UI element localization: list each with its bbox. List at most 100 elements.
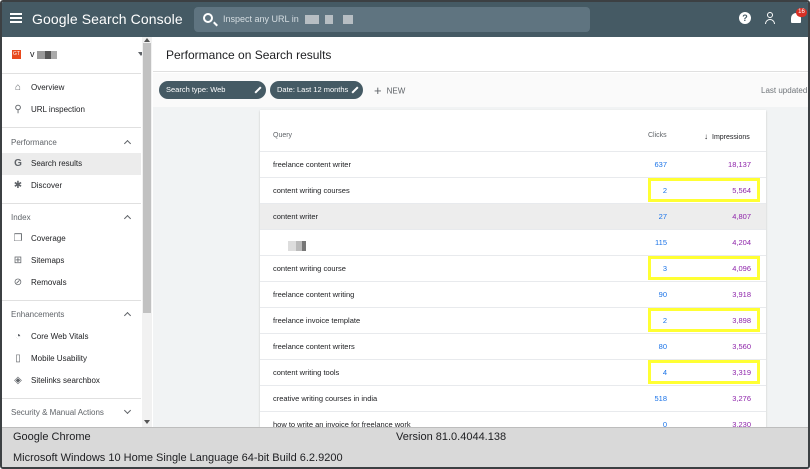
google-g-icon: G: [14, 158, 22, 169]
redacted-block: [324, 15, 333, 25]
layers-icon: ◈: [14, 375, 22, 386]
impressions-cell: 3,918: [732, 290, 751, 299]
edit-icon: [351, 86, 359, 94]
file-copy-icon: ❐: [13, 233, 23, 244]
highlight-box: [648, 308, 760, 332]
clicks-cell: 0: [662, 420, 667, 427]
redacted-query: [288, 238, 312, 251]
scrollbar-thumb[interactable]: [143, 43, 151, 313]
notification-badge: 16: [796, 8, 807, 17]
queries-table: Query Clicks ↓ Impressions freelance cont…: [260, 110, 766, 427]
system-info-bar: Google Chrome Version 81.0.4044.138 Micr…: [2, 427, 808, 467]
section-index[interactable]: Index: [11, 213, 31, 222]
sidebar-item-search-results[interactable]: G Search results: [2, 153, 141, 175]
scroll-up-icon[interactable]: [144, 38, 150, 42]
chevron-down-icon[interactable]: [123, 406, 132, 415]
sitemap-icon: ⊞: [13, 255, 23, 266]
divider: [2, 300, 141, 301]
sidebar-item-overview[interactable]: ⌂ Overview: [2, 77, 141, 99]
menu-icon[interactable]: [10, 13, 22, 23]
chevron-up-icon[interactable]: [123, 311, 132, 320]
property-selector[interactable]: GT v: [12, 49, 144, 63]
impressions-cell: 18,137: [728, 160, 751, 169]
chevron-up-icon[interactable]: [123, 214, 132, 223]
sidebar-item-label: Discover: [31, 181, 63, 190]
date-range-chip[interactable]: Date: Last 12 months: [270, 81, 363, 99]
table-row[interactable]: how to write an invoice for freelance wo…: [260, 411, 766, 427]
property-favicon: GT: [12, 50, 21, 59]
sidebar: GT v ⌂ Overview ⚲ URL inspection Perform…: [2, 37, 152, 427]
edit-icon: [254, 86, 262, 94]
query-cell: freelance invoice template: [273, 316, 361, 325]
clicks-cell: 90: [658, 290, 667, 299]
app-title[interactable]: Google Search Console: [32, 11, 183, 27]
search-type-chip[interactable]: Search type: Web: [159, 81, 266, 99]
plus-icon: +: [374, 83, 382, 98]
page-title: Performance on Search results: [166, 48, 332, 62]
property-name: v: [30, 49, 58, 59]
chevron-up-icon[interactable]: [123, 139, 132, 148]
sidebar-item-discover[interactable]: ✱ Discover: [2, 175, 141, 197]
query-cell: content writer: [273, 212, 319, 221]
divider: [2, 73, 141, 74]
table-row[interactable]: freelance content writer 637 18,137: [260, 151, 766, 177]
column-header-clicks[interactable]: Clicks: [648, 132, 667, 139]
query-cell: freelance content writers: [273, 342, 355, 351]
query-cell: content writing tools: [273, 368, 340, 377]
sidebar-item-url-inspection[interactable]: ⚲ URL inspection: [2, 99, 141, 121]
browser-name: Google Chrome: [13, 431, 91, 443]
scroll-down-icon[interactable]: [144, 420, 150, 424]
clicks-cell: 27: [658, 212, 667, 221]
last-updated: Last updated: [761, 86, 808, 95]
section-enhancements[interactable]: Enhancements: [11, 310, 64, 319]
table-row[interactable]: 115 4,204: [260, 229, 766, 255]
divider: [2, 398, 141, 399]
impressions-cell: 3,276: [732, 394, 751, 403]
os-info: Microsoft Windows 10 Home Single Languag…: [13, 452, 343, 464]
manage-users-icon[interactable]: [764, 12, 778, 25]
sidebar-item-label: Sitemaps: [31, 256, 65, 265]
section-performance[interactable]: Performance: [11, 138, 57, 147]
new-filter-button[interactable]: + NEW: [374, 83, 405, 99]
sidebar-item-core-web-vitals[interactable]: ◔ Core Web Vitals: [2, 326, 141, 348]
query-cell: freelance content writing: [273, 290, 355, 299]
clicks-cell: 518: [654, 394, 667, 403]
search-icon: ⚲: [14, 104, 22, 115]
page-header: Performance on Search results: [153, 37, 808, 72]
sidebar-item-label: URL inspection: [31, 105, 85, 114]
browser-version: Version 81.0.4044.138: [396, 431, 507, 443]
table-row[interactable]: content writer 27 4,807: [260, 203, 766, 229]
screenshot-frame: Google Search Console Inspect any URL in…: [0, 0, 810, 469]
impressions-cell: 3,230: [732, 420, 751, 427]
divider: [2, 203, 141, 204]
url-inspect-search[interactable]: Inspect any URL in: [194, 7, 590, 32]
asterisk-icon: ✱: [13, 180, 23, 191]
table-row[interactable]: freelance content writers 80 3,560: [260, 333, 766, 359]
table-row[interactable]: freelance content writing 90 3,918: [260, 281, 766, 307]
sidebar-item-coverage[interactable]: ❐ Coverage: [2, 228, 141, 250]
eye-off-icon: ⊘: [13, 277, 23, 288]
sidebar-item-label: Sitelinks searchbox: [31, 376, 100, 385]
sort-down-icon: ↓: [704, 132, 708, 141]
sidebar-item-removals[interactable]: ⊘ Removals: [2, 272, 141, 294]
sidebar-item-sitelinks-searchbox[interactable]: ◈ Sitelinks searchbox: [2, 370, 141, 392]
search-placeholder: Inspect any URL in: [223, 14, 354, 25]
clicks-cell: 637: [654, 160, 667, 169]
help-icon[interactable]: ?: [739, 12, 751, 24]
query-cell: how to write an invoice for freelance wo…: [273, 420, 411, 427]
query-cell: creative writing courses in india: [273, 394, 378, 403]
sidebar-item-label: Core Web Vitals: [31, 332, 89, 341]
column-header-query[interactable]: Query: [273, 132, 292, 139]
column-header-impressions[interactable]: ↓ Impressions: [704, 132, 750, 141]
clicks-cell: 115: [655, 238, 667, 247]
table-row[interactable]: creative writing courses in india 518 3,27…: [260, 385, 766, 411]
redacted-block: [51, 50, 58, 59]
sidebar-item-mobile-usability[interactable]: ▯ Mobile Usability: [2, 348, 141, 370]
top-app-bar: Google Search Console Inspect any URL in…: [2, 2, 808, 37]
phone-icon: ▯: [15, 353, 21, 364]
sidebar-item-sitemaps[interactable]: ⊞ Sitemaps: [2, 250, 141, 272]
sidebar-scrollbar[interactable]: [142, 37, 152, 427]
sidebar-item-label: Search results: [31, 159, 83, 168]
filter-bar: Search type: Web Date: Last 12 months + N…: [153, 73, 808, 107]
section-security[interactable]: Security & Manual Actions: [11, 408, 104, 417]
